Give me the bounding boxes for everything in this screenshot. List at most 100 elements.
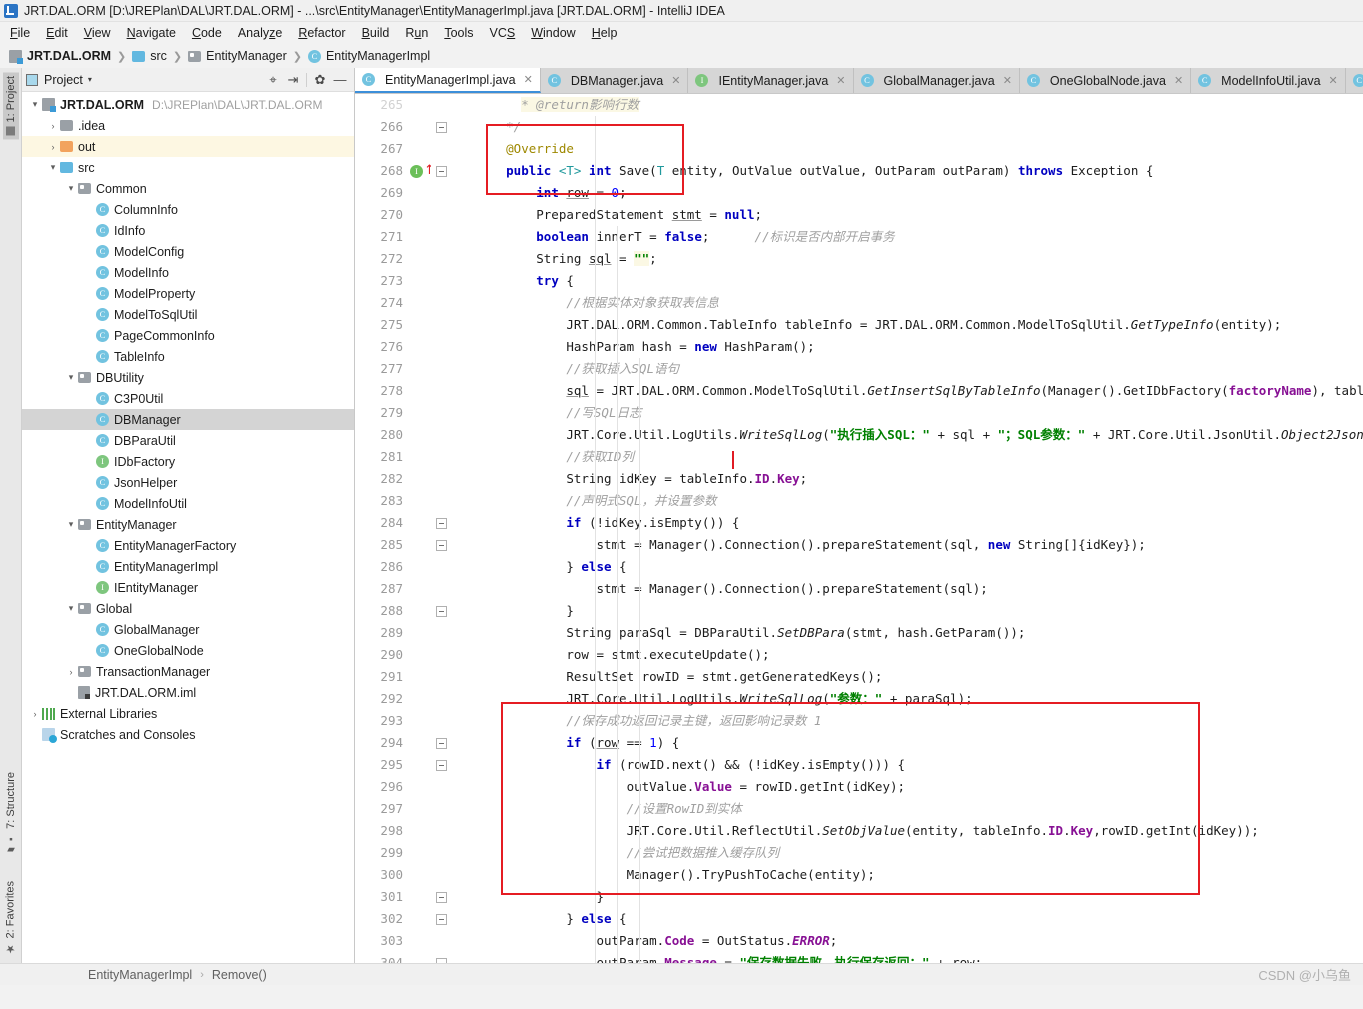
chevron-down-icon[interactable]: ▾ <box>64 603 78 614</box>
menu-item-analyze[interactable]: Analyze <box>230 24 290 42</box>
tool-window-tab-structure[interactable]: ▰▪ 7: Structure <box>3 768 19 859</box>
code-line[interactable]: //声明式SQL，并设置参数 <box>461 490 1363 512</box>
code-line[interactable]: JRT.Core.Util.ReflectUtil.SetObjValue(en… <box>461 820 1363 842</box>
code-line[interactable]: outParam.Message = "保存数据失败，执行保存返回：" + ro… <box>461 952 1363 963</box>
tree-item-modelproperty[interactable]: ›CModelProperty <box>22 283 354 304</box>
tree-item-idbfactory[interactable]: ›IIDbFactory <box>22 451 354 472</box>
code-line[interactable]: JRT.Core.Util.LogUtils.WriteSqlLog("执行插入… <box>461 424 1363 446</box>
fold-toggle-icon[interactable] <box>436 166 447 177</box>
menu-item-build[interactable]: Build <box>354 24 398 42</box>
tool-window-tab-project[interactable]: 1: Project <box>2 72 19 140</box>
code-line[interactable]: sql = JRT.DAL.ORM.Common.ModelToSqlUtil.… <box>461 380 1363 402</box>
fold-toggle-icon[interactable] <box>436 606 447 617</box>
menu-item-vcs[interactable]: VCS <box>482 24 524 42</box>
fold-toggle-icon[interactable] <box>436 122 447 133</box>
code-line[interactable]: Manager().TryPushToCache(entity); <box>461 864 1363 886</box>
code-line[interactable]: } <box>461 886 1363 908</box>
menu-item-window[interactable]: Window <box>523 24 583 42</box>
tree-item-src[interactable]: ▾ src <box>22 157 354 178</box>
hide-icon[interactable]: — <box>330 70 350 90</box>
tree-item-idinfo[interactable]: ›CIdInfo <box>22 220 354 241</box>
code-line[interactable]: outValue.Value = rowID.getInt(idKey); <box>461 776 1363 798</box>
code-line[interactable]: @Override <box>461 138 1363 160</box>
code-line[interactable]: if (row == 1) { <box>461 732 1363 754</box>
tree-item-modelconfig[interactable]: ›CModelConfig <box>22 241 354 262</box>
chevron-down-icon[interactable]: ▾ <box>64 183 78 194</box>
locate-icon[interactable]: ⌖ <box>263 70 283 90</box>
breadcrumb-item-module[interactable]: JRT.DAL.ORM <box>6 48 114 64</box>
fold-toggle-icon[interactable] <box>436 760 447 771</box>
close-icon[interactable]: ✕ <box>524 73 533 86</box>
chevron-down-icon[interactable]: ▾ <box>46 162 60 173</box>
code-line[interactable]: public <T> int Save(T entity, OutValue o… <box>461 160 1363 182</box>
menu-item-file[interactable]: File <box>2 24 38 42</box>
menu-item-navigate[interactable]: Navigate <box>119 24 184 42</box>
tree-item-columninfo[interactable]: ›CColumnInfo <box>22 199 354 220</box>
code-line[interactable]: } <box>461 600 1363 622</box>
code-line[interactable]: stmt = Manager().Connection().prepareSta… <box>461 578 1363 600</box>
fold-toggle-icon[interactable] <box>436 540 447 551</box>
code-folding-column[interactable] <box>431 94 455 963</box>
tree-item-entitymanagerfactory[interactable]: ›CEntityManagerFactory <box>22 535 354 556</box>
code-line[interactable]: outParam.Code = OutStatus.ERROR; <box>461 930 1363 952</box>
code-line[interactable]: String sql = ""; <box>461 248 1363 270</box>
breadcrumb-item-package[interactable]: EntityManager <box>185 48 290 64</box>
fold-toggle-icon[interactable] <box>436 958 447 963</box>
tree-item-oneglobalnode[interactable]: ›COneGlobalNode <box>22 640 354 661</box>
code-line[interactable]: String paraSql = DBParaUtil.SetDBPara(st… <box>461 622 1363 644</box>
gear-icon[interactable]: ✿ <box>310 70 330 90</box>
tree-item-tableinfo[interactable]: ›CTableInfo <box>22 346 354 367</box>
editor-tab-dbmanager-java[interactable]: C DBManager.java ✕ <box>540 68 689 93</box>
menu-item-view[interactable]: View <box>76 24 119 42</box>
menu-item-code[interactable]: Code <box>184 24 230 42</box>
status-breadcrumb-method[interactable]: Remove() <box>212 968 267 982</box>
editor-tab-entitymanagerimpl-java[interactable]: C EntityManagerImpl.java ✕ <box>355 68 541 93</box>
editor-tab-oneglobalnode-java[interactable]: C OneGlobalNode.java ✕ <box>1019 68 1192 93</box>
menu-item-run[interactable]: Run <box>397 24 436 42</box>
status-breadcrumb-class[interactable]: EntityManagerImpl <box>88 968 192 982</box>
code-line[interactable]: PreparedStatement stmt = null; <box>461 204 1363 226</box>
code-line[interactable]: stmt = Manager().Connection().prepareSta… <box>461 534 1363 556</box>
menu-item-tools[interactable]: Tools <box>436 24 481 42</box>
code-line[interactable]: //保存成功返回记录主键，返回影响记录数 1 <box>461 710 1363 732</box>
implementing-method-icon[interactable]: I <box>410 165 423 178</box>
code-line[interactable]: ResultSet rowID = stmt.getGeneratedKeys(… <box>461 666 1363 688</box>
editor-tab-globalmanager-java[interactable]: C GlobalManager.java ✕ <box>853 68 1020 93</box>
fold-toggle-icon[interactable] <box>436 892 447 903</box>
tree-item-jrt-dal-orm[interactable]: ▾ JRT.DAL.ORM D:\JREPlan\DAL\JRT.DAL.ORM <box>22 94 354 115</box>
chevron-down-icon[interactable]: ▾ <box>88 75 92 84</box>
tree-item-c3p0util[interactable]: ›CC3P0Util <box>22 388 354 409</box>
code-line[interactable]: if (rowID.next() && (!idKey.isEmpty())) … <box>461 754 1363 776</box>
tree-item-transactionmanager[interactable]: › TransactionManager <box>22 661 354 682</box>
tree-item-common[interactable]: ▾ Common <box>22 178 354 199</box>
code-editor[interactable]: 265 266 267 268 269 270 271 272 273 274 275 276 277 2… <box>355 94 1363 963</box>
tree-item-entitymanager[interactable]: ▾ EntityManager <box>22 514 354 535</box>
code-line[interactable]: //根据实体对象获取表信息 <box>461 292 1363 314</box>
code-line[interactable]: } else { <box>461 908 1363 930</box>
tree-item-globalmanager[interactable]: ›CGlobalManager <box>22 619 354 640</box>
code-line[interactable]: //获取ID列 <box>461 446 1363 468</box>
code-line[interactable]: //尝试把数据推入缓存队列 <box>461 842 1363 864</box>
menu-item-refactor[interactable]: Refactor <box>290 24 353 42</box>
chevron-right-icon[interactable]: › <box>28 709 42 719</box>
tree-item-out[interactable]: › out <box>22 136 354 157</box>
code-text[interactable]: * @return影响行数 */ @Override public <T> in… <box>455 94 1363 963</box>
chevron-down-icon[interactable]: ▾ <box>28 99 42 110</box>
tree-item-jsonhelper[interactable]: ›CJsonHelper <box>22 472 354 493</box>
fold-toggle-icon[interactable] <box>436 738 447 749</box>
project-tree[interactable]: ▾ JRT.DAL.ORM D:\JREPlan\DAL\JRT.DAL.ORM ›.… <box>22 92 354 963</box>
tree-item-jrt-dal-orm-iml[interactable]: ›JRT.DAL.ORM.iml <box>22 682 354 703</box>
tree-item-entitymanagerimpl[interactable]: ›CEntityManagerImpl <box>22 556 354 577</box>
code-line[interactable]: String idKey = tableInfo.ID.Key; <box>461 468 1363 490</box>
collapse-all-icon[interactable]: ⇥ <box>283 70 303 90</box>
tool-window-tab-favorites[interactable]: ★ 2: Favorites <box>2 877 19 959</box>
code-line[interactable]: boolean innerT = false; //标识是否内部开启事务 <box>461 226 1363 248</box>
code-line[interactable]: int row = 0; <box>461 182 1363 204</box>
code-line[interactable]: row = stmt.executeUpdate(); <box>461 644 1363 666</box>
tree-item--idea[interactable]: › .idea <box>22 115 354 136</box>
editor-tab-ientitymanager-java[interactable]: I IEntityManager.java ✕ <box>688 68 854 93</box>
menu-item-help[interactable]: Help <box>584 24 626 42</box>
code-line[interactable]: //设置RowID到实体 <box>461 798 1363 820</box>
chevron-right-icon[interactable]: › <box>64 667 78 677</box>
editor-tab-modelinfoutil-java[interactable]: C ModelInfoUtil.java ✕ <box>1191 68 1346 93</box>
